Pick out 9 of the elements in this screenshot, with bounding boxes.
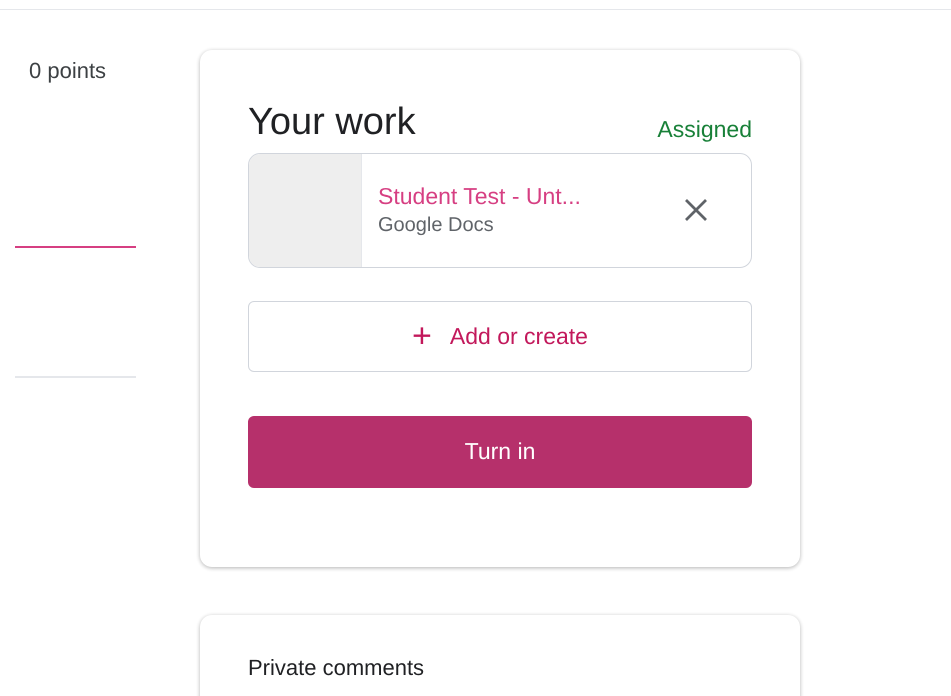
attachment-title[interactable]: Student Test - Unt... xyxy=(378,181,681,211)
private-comments-title: Private comments xyxy=(248,655,424,680)
add-or-create-button[interactable]: + Add or create xyxy=(248,300,752,372)
card-title: Your work xyxy=(248,100,416,144)
attachment-card[interactable]: Student Test - Unt... Google Docs xyxy=(248,152,752,268)
status-text: Assigned xyxy=(657,115,752,144)
turn-in-button[interactable]: Turn in xyxy=(248,416,752,488)
points-text: 0 points xyxy=(29,58,108,84)
attachment-type: Google Docs xyxy=(378,213,495,238)
